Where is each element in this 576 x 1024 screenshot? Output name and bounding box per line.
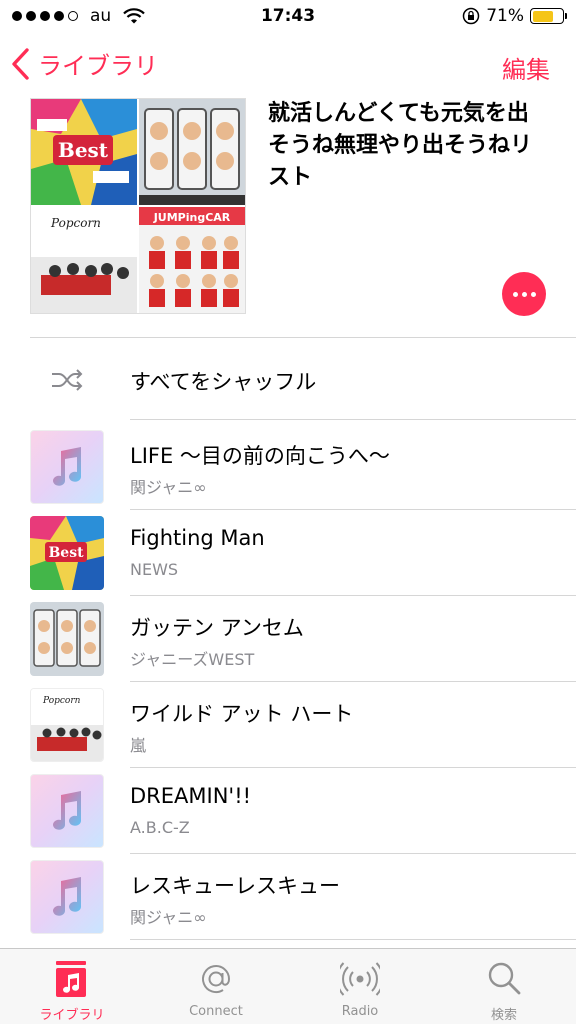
track-row[interactable]: ガッテン アンセム ジャニーズWEST — [0, 596, 576, 682]
artwork-tile-abcz: JUMPingCAR — [139, 207, 245, 313]
track-title: Fighting Man — [130, 526, 265, 550]
track-row[interactable]: LIFE 〜目の前の向こうへ〜 関ジャニ∞ — [0, 424, 576, 510]
track-artist: 嵐 — [130, 736, 147, 755]
back-label: ライブラリ — [38, 52, 158, 80]
radio-icon — [340, 962, 380, 996]
svg-text:Best: Best — [48, 545, 84, 561]
track-list: LIFE 〜目の前の向こうへ〜 関ジャニ∞ Best Fighting Man … — [0, 424, 576, 940]
battery-fill — [532, 10, 554, 22]
album-artwork: Best — [30, 516, 104, 590]
track-title: LIFE 〜目の前の向こうへ〜 — [130, 444, 390, 468]
track-artist: 関ジャニ∞ — [130, 908, 207, 927]
track-title: DREAMIN'!! — [130, 784, 252, 808]
more-dot — [521, 291, 527, 297]
search-icon — [488, 962, 521, 995]
track-title: ガッテン アンセム — [130, 616, 304, 640]
tab-label: ライブラリ — [39, 1008, 105, 1023]
svg-text:Best: Best — [58, 138, 109, 162]
status-right: 71% — [462, 6, 567, 26]
tab-bar: ライブラリ Connect Radio 検索 — [0, 948, 576, 1024]
row-divider — [130, 939, 576, 940]
tab-library[interactable]: ライブラリ — [0, 949, 144, 1024]
tab-label: Radio — [341, 1004, 379, 1019]
svg-text:Popcorn: Popcorn — [50, 216, 101, 230]
playlist-header: Best Popcorn JUMPingCAR 就活しんどくても元気を出そうね無… — [0, 98, 576, 338]
battery-icon — [530, 8, 567, 24]
chevron-left-icon — [12, 47, 29, 80]
more-dot — [512, 291, 518, 297]
battery-percent: 71% — [486, 6, 524, 26]
status-bar: au 17:43 71% — [0, 0, 576, 34]
playlist-title: 就活しんどくても元気を出そうね無理やり出そうねリスト — [268, 101, 533, 190]
row-divider — [130, 419, 576, 420]
playlist-artwork-collage: Best Popcorn JUMPingCAR — [30, 98, 246, 314]
artwork-tile-jwest — [139, 99, 245, 205]
music-note-icon — [30, 430, 104, 504]
track-row[interactable]: Best Fighting Man NEWS — [0, 510, 576, 596]
track-row[interactable]: DREAMIN'!! A.B.C-Z — [0, 768, 576, 854]
tab-radio[interactable]: Radio — [288, 949, 432, 1024]
shuffle-all-label: すべてをシャッフル — [130, 370, 317, 394]
edit-button[interactable]: 編集 — [502, 50, 550, 85]
svg-text:Popcorn: Popcorn — [42, 696, 81, 706]
navigation-bar: ライブラリ 編集 — [0, 34, 576, 94]
track-artist: A.B.C-Z — [130, 818, 190, 837]
back-button[interactable]: ライブラリ — [10, 46, 158, 81]
track-artist: 関ジャニ∞ — [130, 478, 207, 497]
playlist-screen: au 17:43 71% ライブラリ 編集 Best Popcorn JUMPi… — [0, 0, 576, 1024]
header-divider — [30, 337, 576, 338]
track-row[interactable]: Popcorn ワイルド アット ハート 嵐 — [0, 682, 576, 768]
shuffle-icon — [52, 369, 83, 391]
tab-label: Connect — [189, 1004, 243, 1019]
album-artwork — [30, 602, 104, 676]
track-artist: NEWS — [130, 560, 179, 579]
track-artist: ジャニーズWEST — [130, 650, 255, 669]
tab-label: 検索 — [490, 1008, 517, 1023]
more-dot — [530, 291, 536, 297]
rotation-lock-icon — [462, 7, 480, 25]
album-artwork: Popcorn — [30, 688, 104, 762]
tab-search[interactable]: 検索 — [432, 949, 576, 1024]
track-title: レスキューレスキュー — [130, 874, 340, 898]
tab-connect[interactable]: Connect — [144, 949, 288, 1024]
track-title: ワイルド アット ハート — [130, 702, 354, 726]
at-icon — [202, 965, 231, 993]
more-options-button[interactable] — [502, 272, 546, 316]
artwork-tile-news: Best — [31, 99, 137, 205]
music-note-icon — [30, 774, 104, 848]
svg-text:JUMPingCAR: JUMPingCAR — [153, 211, 231, 224]
shuffle-all-row[interactable]: すべてをシャッフル — [0, 340, 576, 420]
artwork-tile-popcorn: Popcorn — [31, 207, 137, 313]
track-row[interactable]: レスキューレスキュー 関ジャニ∞ — [0, 854, 576, 940]
library-icon — [56, 961, 86, 997]
music-note-icon — [30, 860, 104, 934]
